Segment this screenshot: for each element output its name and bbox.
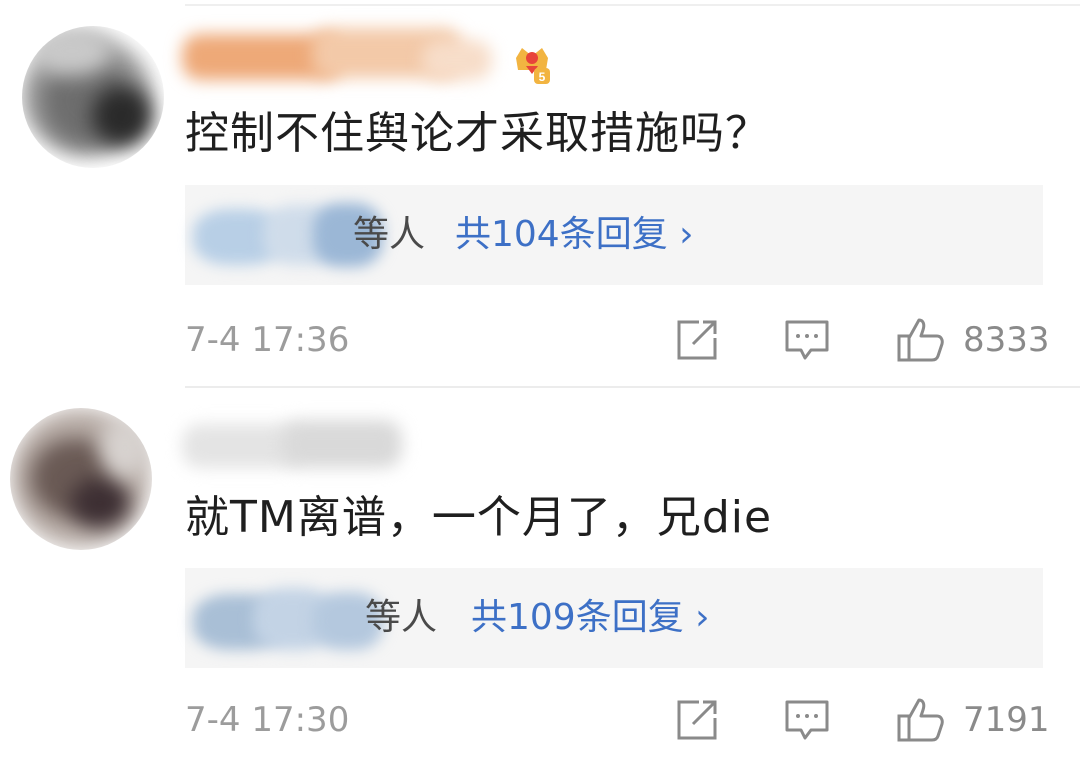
comment-text: 控制不住舆论才采取措施吗？ <box>185 108 770 159</box>
comment-button[interactable] <box>779 314 835 366</box>
avatar[interactable] <box>22 26 164 168</box>
reply-summary[interactable]: 等人 共109条回复 › <box>185 568 1043 668</box>
share-icon <box>677 320 717 360</box>
comment-icon <box>785 700 829 740</box>
timestamp: 7-4 17:30 <box>185 700 350 740</box>
like-icon <box>897 318 944 362</box>
comment-actions: 7-4 17:36 8333 <box>185 310 1050 370</box>
comment-item: 就TM离谱，一个月了，兄die 等人 共109条回复 › 7-4 17:30 7… <box>0 388 1080 759</box>
like-count: 8333 <box>963 320 1050 360</box>
like-button[interactable] <box>893 314 949 366</box>
comment-actions: 7-4 17:30 7191 <box>185 690 1050 750</box>
username-blurred[interactable] <box>182 410 407 480</box>
reply-suffix: 等人 <box>353 214 426 255</box>
comment-item: 5 控制不住舆论才采取措施吗？ 等人 共104条回复 › 7-4 17:36 8… <box>0 0 1080 388</box>
comment-text: 就TM离谱，一个月了，兄die <box>185 492 773 543</box>
view-replies-link[interactable]: 共104条回复 › <box>455 210 694 260</box>
share-button[interactable] <box>669 694 725 746</box>
like-button[interactable] <box>893 694 949 746</box>
timestamp: 7-4 17:36 <box>185 320 350 360</box>
comment-icon <box>785 320 829 360</box>
share-icon <box>677 700 717 740</box>
avatar[interactable] <box>10 408 152 550</box>
like-count: 7191 <box>963 700 1050 740</box>
username-blurred[interactable] <box>182 20 492 90</box>
vip-crown-badge-icon: 5 <box>516 48 550 84</box>
comment-button[interactable] <box>779 694 835 746</box>
reply-summary[interactable]: 等人 共104条回复 › <box>185 185 1043 285</box>
share-button[interactable] <box>669 314 725 366</box>
like-icon <box>897 698 944 742</box>
view-replies-link[interactable]: 共109条回复 › <box>471 593 710 643</box>
reply-suffix: 等人 <box>365 597 438 638</box>
reply-avatars-blurred <box>193 582 393 654</box>
svg-text:5: 5 <box>539 70 546 84</box>
